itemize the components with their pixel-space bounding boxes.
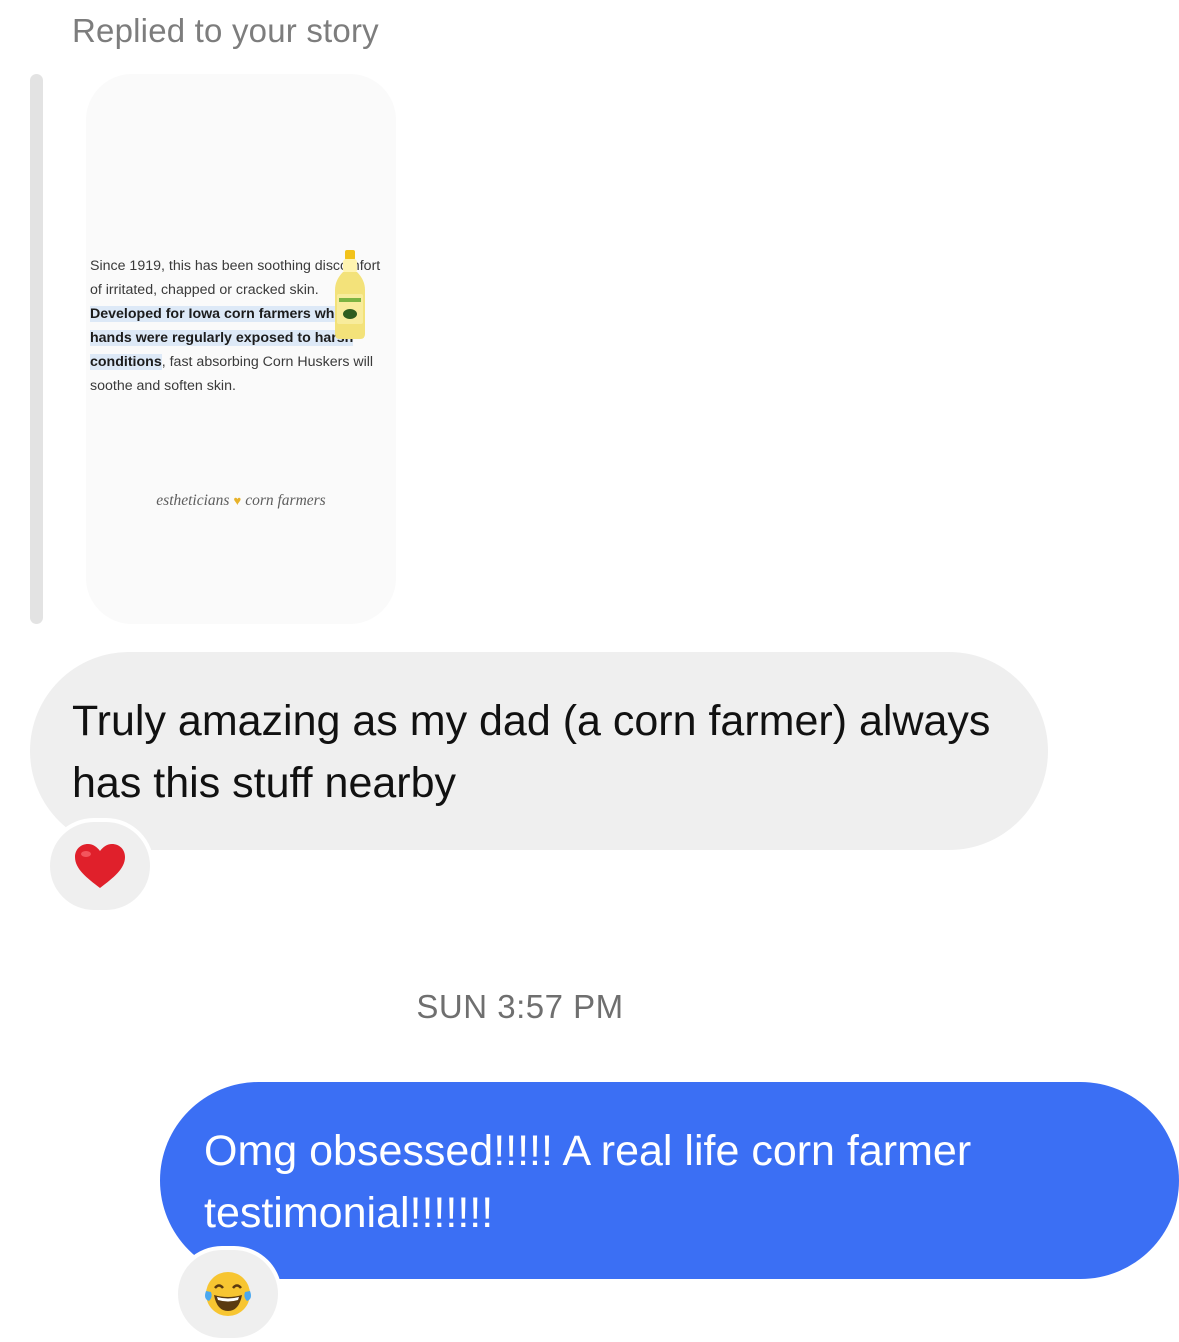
story-tagline: estheticians ♥ corn farmers <box>86 492 396 510</box>
replied-to-story-label: Replied to your story <box>72 12 379 49</box>
outgoing-message-text: Omg obsessed!!!!! A real life corn farme… <box>204 1127 972 1237</box>
reply-quote-bar <box>30 74 43 624</box>
red-heart-icon <box>75 844 125 888</box>
story-preview[interactable]: Since 1919, this has been soothing disco… <box>86 74 396 624</box>
tagline-estheticians: estheticians <box>156 492 230 509</box>
lotion-bottle-image <box>335 250 365 339</box>
heart-reaction[interactable] <box>46 818 154 914</box>
incoming-message-text: Truly amazing as my dad (a corn farmer) … <box>72 697 991 807</box>
tagline-corn-farmers: corn farmers <box>245 492 326 509</box>
incoming-message-bubble[interactable]: Truly amazing as my dad (a corn farmer) … <box>30 652 1048 850</box>
handshake-icon: ♥ <box>233 493 242 508</box>
message-timestamp: SUN 3:57 PM <box>416 988 624 1025</box>
laughing-tears-icon <box>205 1272 251 1316</box>
outgoing-message-bubble[interactable]: Omg obsessed!!!!! A real life corn farme… <box>160 1082 1179 1279</box>
laugh-reaction[interactable] <box>174 1246 282 1342</box>
